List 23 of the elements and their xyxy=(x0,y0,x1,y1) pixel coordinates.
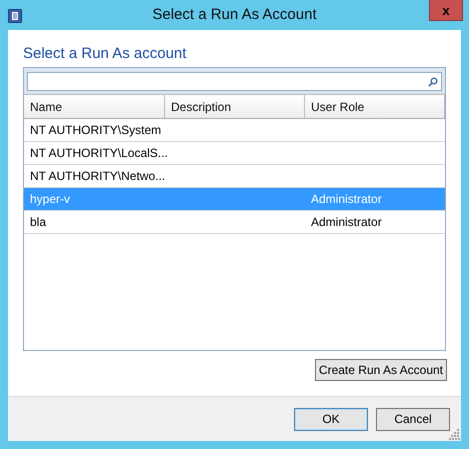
search-field[interactable] xyxy=(27,72,442,91)
column-header[interactable]: Name xyxy=(24,95,165,118)
table-cell-text: Administrator xyxy=(310,192,383,206)
window-title: Select a Run As Account xyxy=(152,6,317,23)
dialog-button[interactable]: OK xyxy=(294,408,368,430)
table-row[interactable]: NT AUTHORITY\System xyxy=(24,119,445,142)
search-icon xyxy=(428,76,438,86)
table-cell-text: hyper-v xyxy=(29,192,72,206)
table-cell-text: NT AUTHORITY\LocalS... xyxy=(29,146,165,160)
table-cell-text: bla xyxy=(29,215,48,229)
column-header[interactable]: Description xyxy=(165,95,305,118)
table-cell-text: NT AUTHORITY\Netwo... xyxy=(29,169,165,183)
app-icon xyxy=(8,9,22,23)
table-row[interactable]: bla Administrator xyxy=(24,211,445,234)
create-run-as-account-button[interactable]: Create Run As Account xyxy=(314,359,447,381)
table-cell-text: NT AUTHORITY\System xyxy=(29,123,162,137)
table-row[interactable]: NT AUTHORITY\LocalS... xyxy=(24,142,445,165)
table-cell-text: Administrator xyxy=(310,215,383,229)
column-header[interactable]: User Role xyxy=(305,95,445,118)
dialog-heading: Select a Run As account xyxy=(23,45,188,62)
dialog-button[interactable]: Cancel xyxy=(376,408,450,430)
close-button[interactable]: x xyxy=(429,0,463,21)
resize-grip-icon[interactable] xyxy=(449,429,460,440)
